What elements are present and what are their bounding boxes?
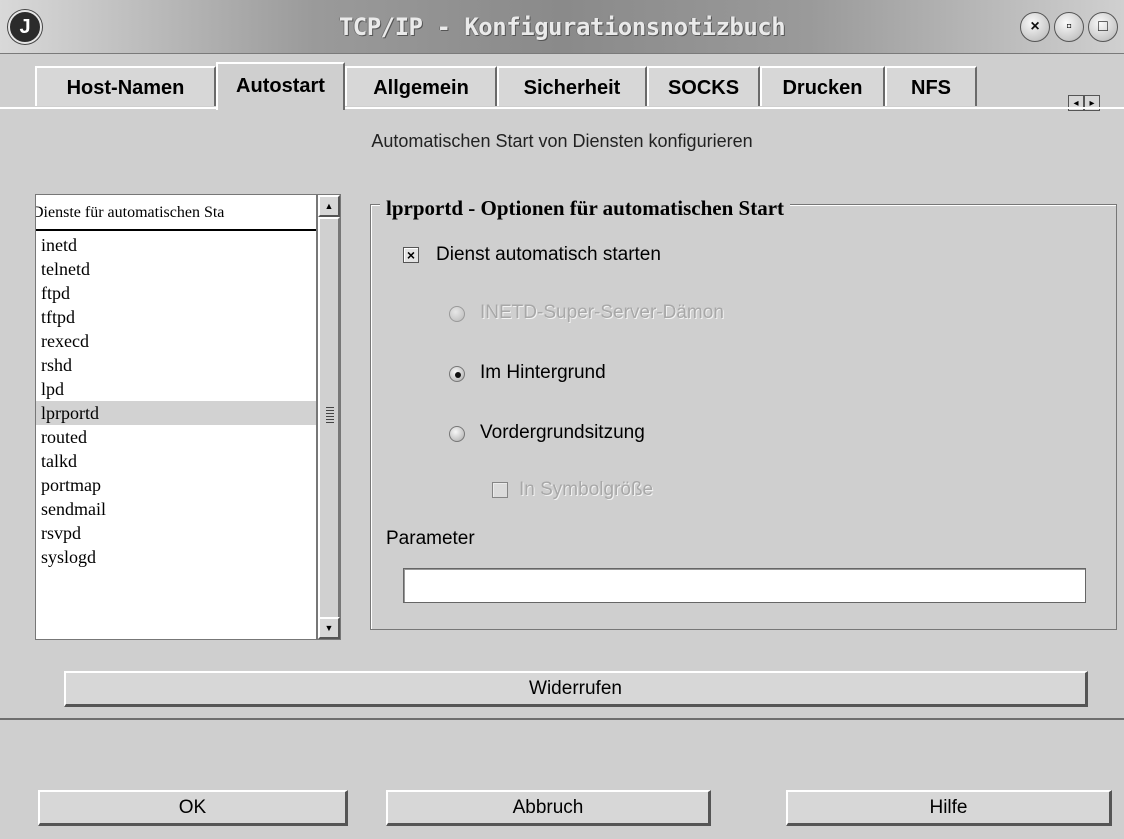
list-item-rshd[interactable]: rshd (36, 353, 316, 377)
radio-background-label[interactable]: Im Hintergrund (480, 362, 606, 384)
list-item-tftpd[interactable]: tftpd (36, 305, 316, 329)
list-item-portmap[interactable]: portmap (36, 473, 316, 497)
panel-heading: Automatischen Start von Diensten konfigu… (371, 131, 753, 151)
tab-socks[interactable]: SOCKS (647, 66, 760, 106)
maximize-window-icon[interactable]: □ (1088, 12, 1118, 42)
options-groupbox (370, 204, 1117, 630)
auto-start-checkbox[interactable]: × (403, 247, 419, 263)
minimized-label: In Symbolgröße (519, 479, 654, 500)
help-button[interactable]: Hilfe (786, 790, 1112, 826)
list-item-telnetd[interactable]: telnetd (36, 257, 316, 281)
tab-nfs[interactable]: NFS (885, 66, 977, 106)
list-item-routed[interactable]: routed (36, 425, 316, 449)
radio-background[interactable] (449, 366, 465, 382)
tab-sicherheit[interactable]: Sicherheit (497, 66, 647, 106)
radio-inetd-label: INETD-Super-Server-Dämon (480, 302, 724, 323)
undo-button[interactable]: Widerrufen (64, 671, 1088, 707)
radio-inetd (449, 306, 465, 322)
tab-allgemein[interactable]: Allgemein (345, 66, 497, 106)
list-item-talkd[interactable]: talkd (36, 449, 316, 473)
radio-foreground[interactable] (449, 426, 465, 442)
radio-foreground-label[interactable]: Vordergrundsitzung (480, 422, 645, 444)
grip-icon (326, 407, 334, 425)
list-item-lprportd[interactable]: lprportd (36, 401, 316, 425)
scroll-up-icon[interactable]: ▲ (318, 195, 340, 217)
minimize-window-icon[interactable]: ▫ (1054, 12, 1084, 42)
scroll-thumb[interactable] (318, 217, 340, 621)
auto-start-label[interactable]: Dienst automatisch starten (436, 244, 661, 266)
system-menu-icon[interactable]: J (8, 10, 42, 44)
list-item-sendmail[interactable]: sendmail (36, 497, 316, 521)
minimized-checkbox (492, 482, 508, 498)
list-header[interactable]: Dienste für automatischen Sta (36, 195, 316, 231)
tab-drucken[interactable]: Drucken (760, 66, 885, 106)
options-legend: lprportd - Optionen für automatischen St… (380, 195, 791, 221)
window-title: TCP/IP - Konfigurationsnotizbuch (338, 13, 786, 41)
tab-host-namen[interactable]: Host-Namen (35, 66, 216, 106)
services-scrollbar[interactable]: ▲ ▼ (317, 194, 341, 640)
list-item-ftpd[interactable]: ftpd (36, 281, 316, 305)
list-item-rexecd[interactable]: rexecd (36, 329, 316, 353)
close-window-icon[interactable]: × (1020, 12, 1050, 42)
list-item-lpd[interactable]: lpd (36, 377, 316, 401)
list-item-rsvpd[interactable]: rsvpd (36, 521, 316, 545)
scroll-down-icon[interactable]: ▼ (318, 617, 340, 639)
cancel-button[interactable]: Abbruch (386, 790, 711, 826)
ok-button[interactable]: OK (38, 790, 348, 826)
tab-autostart[interactable]: Autostart (216, 62, 345, 110)
services-listbox[interactable]: Dienste für automatischen Sta inetd teln… (35, 194, 317, 640)
list-item-inetd[interactable]: inetd (36, 233, 316, 257)
parameter-input[interactable] (403, 568, 1086, 603)
list-item-syslogd[interactable]: syslogd (36, 545, 316, 569)
parameter-label: Parameter (386, 528, 475, 549)
